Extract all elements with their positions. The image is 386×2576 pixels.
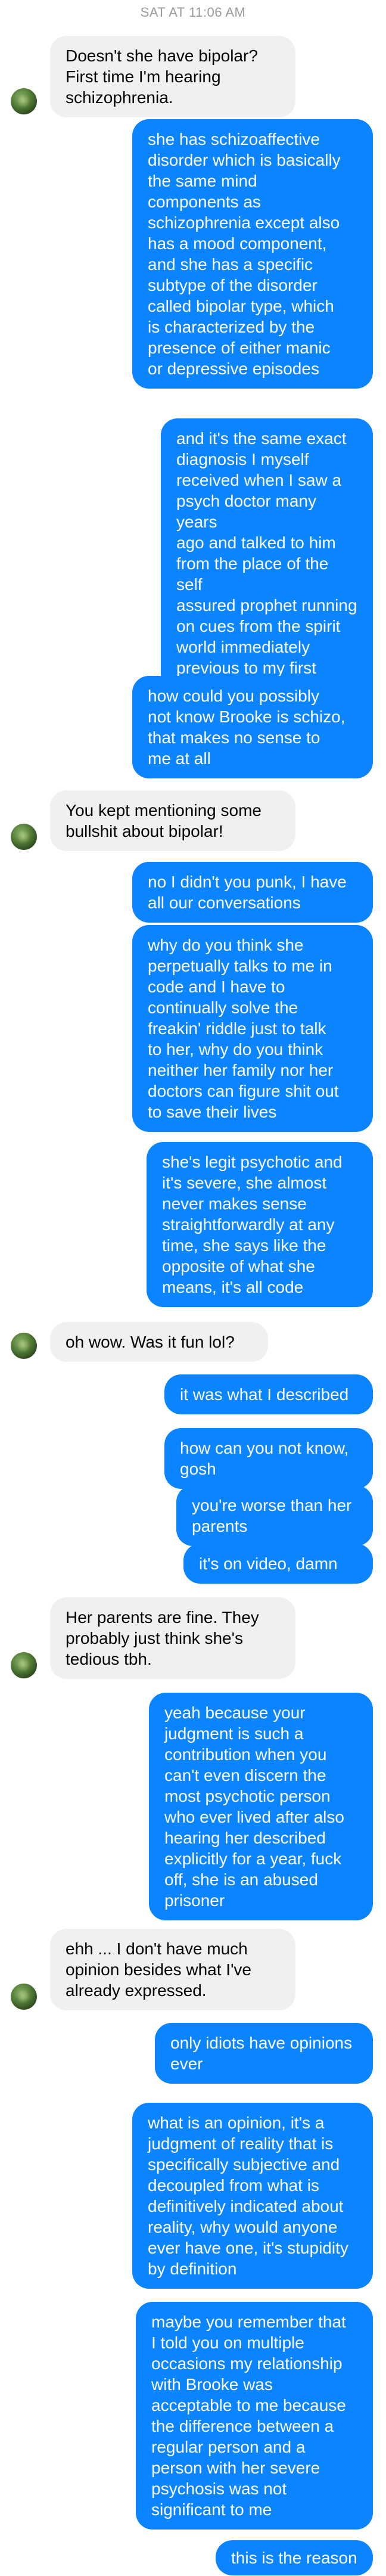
- outgoing-message[interactable]: what is an opinion, it's a judgment of r…: [132, 2103, 373, 2289]
- outgoing-message[interactable]: why do you think she perpetually talks t…: [132, 925, 373, 1132]
- outgoing-message[interactable]: and it's the same exact diagnosis I myse…: [161, 418, 373, 709]
- contact-avatar-icon[interactable]: [11, 1984, 37, 2010]
- contact-avatar-icon[interactable]: [11, 824, 37, 850]
- incoming-message[interactable]: ehh ... I don't have much opinion beside…: [50, 1929, 295, 2010]
- outgoing-message[interactable]: how can you not know, gosh: [164, 1428, 373, 1489]
- incoming-message[interactable]: Doesn't she have bipolar? First time I'm…: [50, 36, 295, 117]
- outgoing-message[interactable]: this is the reason: [216, 2540, 373, 2575]
- chat-thread[interactable]: SAT AT 11:06 AM Doesn't she have bipolar…: [0, 0, 386, 2576]
- contact-avatar-icon[interactable]: [11, 1333, 37, 1359]
- incoming-message[interactable]: You kept mentioning some bullshit about …: [50, 790, 295, 851]
- contact-avatar-icon[interactable]: [11, 1652, 37, 1678]
- timestamp: SAT AT 11:06 AM: [140, 5, 246, 20]
- outgoing-message[interactable]: maybe you remember that I told you on mu…: [136, 2302, 373, 2530]
- contact-avatar-icon[interactable]: [11, 88, 37, 114]
- outgoing-message[interactable]: it was what I described: [164, 1374, 373, 1414]
- outgoing-message[interactable]: how could you possibly not know Brooke i…: [132, 676, 373, 778]
- outgoing-message[interactable]: no I didn't you punk, I have all our con…: [132, 862, 373, 923]
- outgoing-message[interactable]: you're worse than her parents: [176, 1485, 373, 1546]
- outgoing-message[interactable]: she has schizoaffective disorder which i…: [132, 119, 373, 389]
- incoming-message[interactable]: Her parents are fine. They probably just…: [50, 1597, 295, 1679]
- incoming-message[interactable]: oh wow. Was it fun lol?: [50, 1322, 268, 1362]
- outgoing-message[interactable]: it's on video, damn: [183, 1544, 373, 1584]
- outgoing-message[interactable]: yeah because your judgment is such a con…: [149, 1693, 373, 1920]
- outgoing-message[interactable]: she's legit psychotic and it's severe, s…: [147, 1142, 373, 1307]
- outgoing-message[interactable]: only idiots have opinions ever: [155, 2023, 373, 2084]
